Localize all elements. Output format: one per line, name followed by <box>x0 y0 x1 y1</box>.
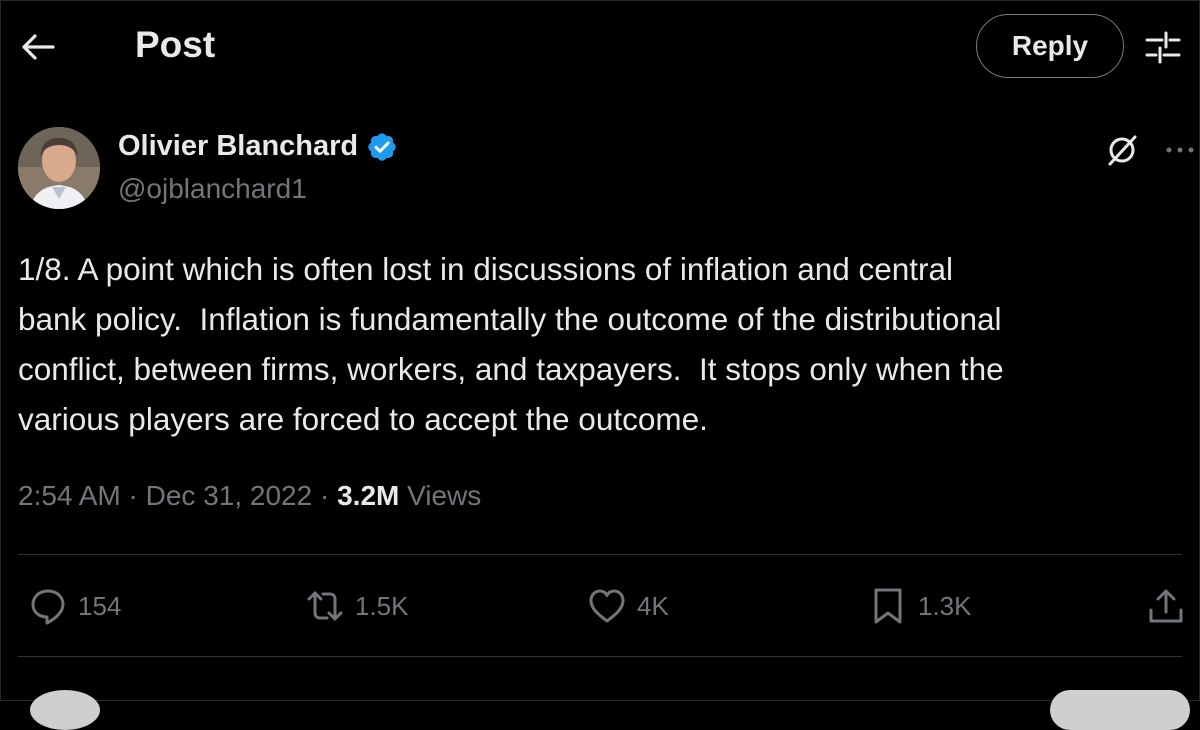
reply-button[interactable]: Reply <box>976 14 1124 78</box>
back-button[interactable] <box>18 27 58 67</box>
reply-icon <box>31 589 65 625</box>
share-icon <box>1149 589 1183 623</box>
post-text: 1/8. A point which is often lost in disc… <box>18 251 1004 437</box>
divider-top <box>18 554 1182 555</box>
reply-button-partial[interactable] <box>1050 690 1190 730</box>
post-date[interactable]: Dec 31, 2022 <box>146 480 313 511</box>
grok-icon[interactable] <box>1104 132 1140 168</box>
bookmark-action[interactable]: 1.3K <box>868 586 972 626</box>
more-options-icon[interactable] <box>1164 136 1196 164</box>
repost-count: 1.5K <box>355 590 409 621</box>
author-name[interactable]: Olivier Blanchard <box>118 130 358 163</box>
bookmark-count: 1.3K <box>918 590 972 621</box>
repost-icon <box>307 591 343 621</box>
views-label: Views <box>407 480 482 511</box>
top-bar: Post Reply <box>0 0 1200 95</box>
avatar-photo <box>18 127 100 209</box>
action-bar: 154 1.5K 4K 1.3K <box>0 580 1200 634</box>
meta-separator: · <box>319 480 338 511</box>
divider-bottom <box>18 656 1182 657</box>
share-action[interactable] <box>1146 586 1186 626</box>
sliders-icon[interactable] <box>1144 28 1182 66</box>
arrow-left-icon <box>22 34 55 60</box>
verified-badge-icon[interactable] <box>366 131 398 163</box>
meta-separator: · <box>128 480 146 511</box>
bookmark-icon <box>874 588 902 624</box>
reply-action[interactable]: 154 <box>28 586 121 626</box>
author-name-row[interactable]: Olivier Blanchard <box>118 130 398 163</box>
avatar[interactable] <box>18 127 100 209</box>
repost-action[interactable]: 1.5K <box>305 586 409 626</box>
post-time[interactable]: 2:54 AM <box>18 480 121 511</box>
views-count: 3.2M <box>337 480 400 511</box>
like-count: 4K <box>637 590 669 621</box>
reply-count: 154 <box>78 590 122 621</box>
reply-avatar-partial <box>30 690 100 730</box>
heart-icon <box>589 589 625 623</box>
post-meta: 2:54 AM · Dec 31, 2022 · 3.2M Views <box>18 480 481 512</box>
author-handle[interactable]: @ojblanchard1 <box>118 173 307 205</box>
page-title: Post <box>135 24 216 65</box>
like-action[interactable]: 4K <box>587 586 669 626</box>
